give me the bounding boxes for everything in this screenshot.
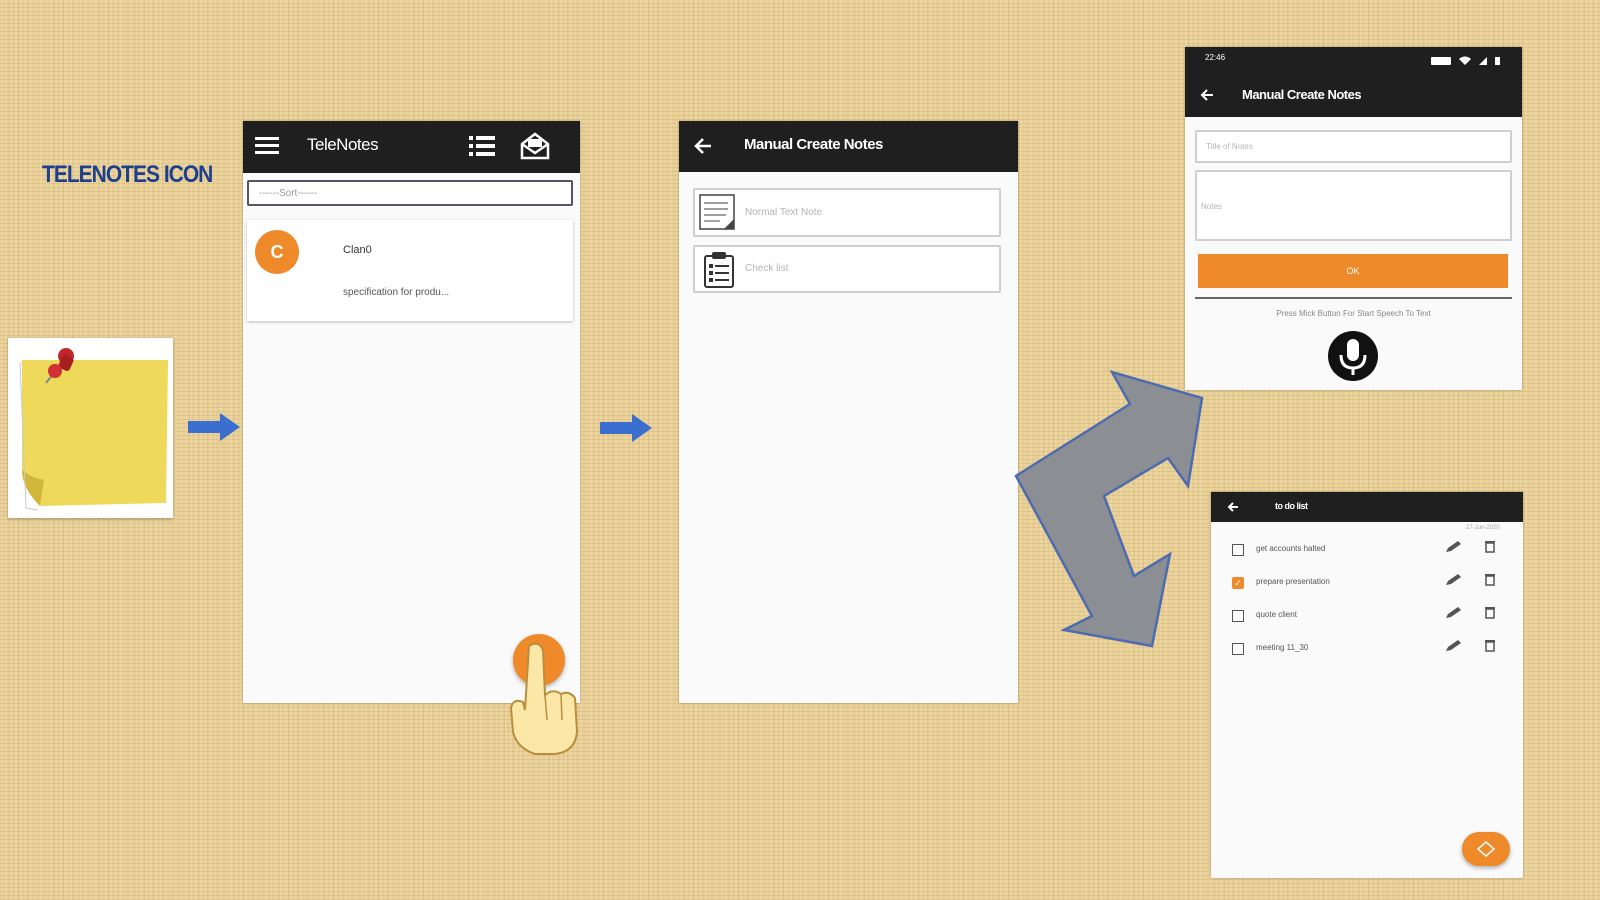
- split-arrow-icon: [1012, 368, 1206, 655]
- back-arrow-icon[interactable]: [1226, 500, 1240, 519]
- pointing-hand-icon: [505, 640, 583, 763]
- list-date: 27-Jun-2020: [1466, 525, 1500, 531]
- todo-text: get accounts halted: [1256, 544, 1326, 553]
- checkbox[interactable]: [1232, 544, 1244, 556]
- status-time: 22:46: [1205, 53, 1226, 62]
- normal-text-note-option[interactable]: Normal Text Note: [693, 188, 1001, 237]
- pencil-icon[interactable]: [1444, 540, 1462, 559]
- clipboard-list-icon: [703, 251, 735, 294]
- menu-icon[interactable]: [255, 137, 279, 160]
- sort-placeholder: ------Sort------: [259, 188, 318, 199]
- right-arrow-icon: [186, 410, 242, 449]
- screen-todo-list: to do list 27-Jun-2020 get accounts halt…: [1211, 492, 1523, 878]
- avatar: C: [255, 230, 299, 274]
- divider: [1195, 297, 1512, 299]
- trash-icon[interactable]: [1484, 540, 1496, 558]
- title-of-notes-input[interactable]: Title of Notes: [1195, 130, 1512, 163]
- add-item-fab[interactable]: [1462, 832, 1510, 866]
- note-card[interactable]: C Clan0 specification for produ...: [247, 220, 573, 321]
- app-bar: to do list: [1211, 492, 1523, 522]
- ok-button[interactable]: OK: [1198, 254, 1508, 288]
- text-note-icon: [698, 193, 738, 238]
- back-arrow-icon[interactable]: [1199, 87, 1215, 108]
- speech-hint: Press Mick Button For Start Speech To Te…: [1276, 309, 1431, 318]
- screen-title: to do list: [1275, 501, 1308, 511]
- sort-search-input[interactable]: ------Sort------: [247, 180, 573, 206]
- app-bar: TeleNotes: [243, 121, 580, 173]
- note-subtitle: specification for produ...: [343, 287, 450, 298]
- checkbox-checked[interactable]: ✓: [1232, 577, 1244, 589]
- battery-icon: [1431, 53, 1521, 71]
- app-bar: 22:46 Manual Create Notes: [1185, 47, 1522, 117]
- notes-placeholder: Notes: [1201, 202, 1222, 211]
- checklist-option[interactable]: Check list: [693, 245, 1001, 293]
- todo-item: meeting 11_30: [1211, 634, 1523, 662]
- note-title: Clan0: [343, 244, 372, 256]
- todo-item: quote client: [1211, 601, 1523, 629]
- todo-text: prepare presentation: [1256, 577, 1330, 586]
- checkbox[interactable]: [1232, 643, 1244, 655]
- todo-text: meeting 11_30: [1256, 643, 1309, 652]
- notes-textarea[interactable]: Notes: [1195, 170, 1512, 241]
- trash-icon[interactable]: [1484, 573, 1496, 591]
- app-bar: Manual Create Notes: [679, 121, 1018, 172]
- microphone-icon[interactable]: [1328, 331, 1378, 381]
- pencil-icon[interactable]: [1444, 639, 1462, 658]
- title-placeholder: Title of Notes: [1206, 142, 1253, 151]
- telenotes-icon-label: TELENOTES ICON: [42, 161, 213, 188]
- envelope-open-icon[interactable]: [520, 132, 550, 165]
- screen-title: Manual Create Notes: [744, 136, 883, 153]
- sticky-note-pin-icon: [8, 338, 173, 518]
- back-arrow-icon[interactable]: [693, 136, 713, 161]
- screen-create-options: Manual Create Notes Normal Text Note Che…: [679, 121, 1018, 703]
- todo-item: get accounts halted: [1211, 535, 1523, 563]
- app-title: TeleNotes: [307, 135, 379, 154]
- todo-text: quote client: [1256, 610, 1297, 619]
- option-label: Check list: [745, 263, 789, 274]
- list-view-icon[interactable]: [469, 135, 495, 162]
- option-label: Normal Text Note: [745, 207, 823, 218]
- screen-title: Manual Create Notes: [1242, 87, 1362, 102]
- pencil-icon[interactable]: [1444, 573, 1462, 592]
- checkbox[interactable]: [1232, 610, 1244, 622]
- pencil-icon[interactable]: [1444, 606, 1462, 625]
- trash-icon[interactable]: [1484, 606, 1496, 624]
- right-arrow-icon: [598, 411, 654, 450]
- screen-text-note-editor: 22:46 Manual Create Notes Title of Notes…: [1185, 47, 1522, 390]
- todo-item: ✓ prepare presentation: [1211, 568, 1523, 596]
- trash-icon[interactable]: [1484, 639, 1496, 657]
- screen-telenotes-list: TeleNotes ------Sort------ C Clan0 speci…: [243, 121, 580, 703]
